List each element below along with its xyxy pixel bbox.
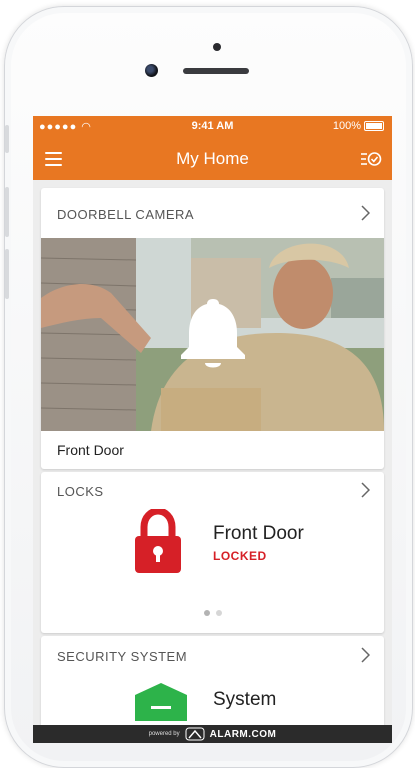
chevron-right-icon[interactable] <box>360 647 370 663</box>
locks-card-header[interactable]: LOCKS <box>41 472 384 509</box>
brand-name: ALARM.COM <box>209 728 277 740</box>
app-screen: ●●●●● ◠ 9:41 AM 100% My Home DOORBELL CA… <box>33 116 392 743</box>
lock-icon <box>135 509 181 573</box>
doorbell-card-header[interactable]: DOORBELL CAMERA <box>41 188 384 238</box>
page-title: My Home <box>176 149 249 168</box>
powered-by-text: powered by <box>148 731 180 737</box>
doorbell-icon <box>181 299 245 368</box>
volume-down-button <box>5 249 9 299</box>
camera-name: Front Door <box>57 442 124 458</box>
alarm-logo-icon <box>185 727 205 741</box>
lock-status-badge: LOCKED <box>213 549 267 563</box>
camera-name-row: Front Door <box>41 431 384 469</box>
front-camera <box>145 64 158 77</box>
mute-switch <box>5 125 9 153</box>
battery-percent: 100% <box>332 120 361 132</box>
battery-icon <box>364 121 384 131</box>
chevron-right-icon[interactable] <box>360 205 370 221</box>
doorbell-section-label: DOORBELL CAMERA <box>57 207 195 222</box>
security-section-label: SECURITY SYSTEM <box>57 649 188 664</box>
battery-indicator: 100% <box>333 120 384 132</box>
lock-name: Front Door <box>213 523 304 544</box>
proximity-sensor <box>213 43 221 51</box>
earpiece-speaker <box>183 68 249 74</box>
security-card-header[interactable]: SECURITY SYSTEM <box>41 636 384 676</box>
locks-section-label: LOCKS <box>57 484 104 499</box>
page-indicator[interactable] <box>41 603 384 621</box>
status-bar: ●●●●● ◠ 9:41 AM 100% <box>33 116 392 138</box>
powered-by-footer: powered by ALARM.COM <box>33 725 392 743</box>
page-dot[interactable] <box>215 610 222 616</box>
doorbell-camera-feed[interactable] <box>41 238 384 431</box>
volume-up-button <box>5 187 9 237</box>
security-shield-icon <box>135 683 187 721</box>
checklist-icon[interactable] <box>360 149 382 169</box>
doorbell-camera-card[interactable]: DOORBELL CAMERA Front Door <box>41 188 384 469</box>
chevron-right-icon[interactable] <box>360 482 370 498</box>
page-dot-active[interactable] <box>203 610 210 616</box>
locks-card[interactable]: LOCKS Front Door LOCKED <box>41 472 384 633</box>
system-name: System <box>213 689 277 710</box>
lock-item[interactable]: Front Door LOCKED <box>41 509 384 624</box>
nav-bar: My Home <box>33 138 392 180</box>
